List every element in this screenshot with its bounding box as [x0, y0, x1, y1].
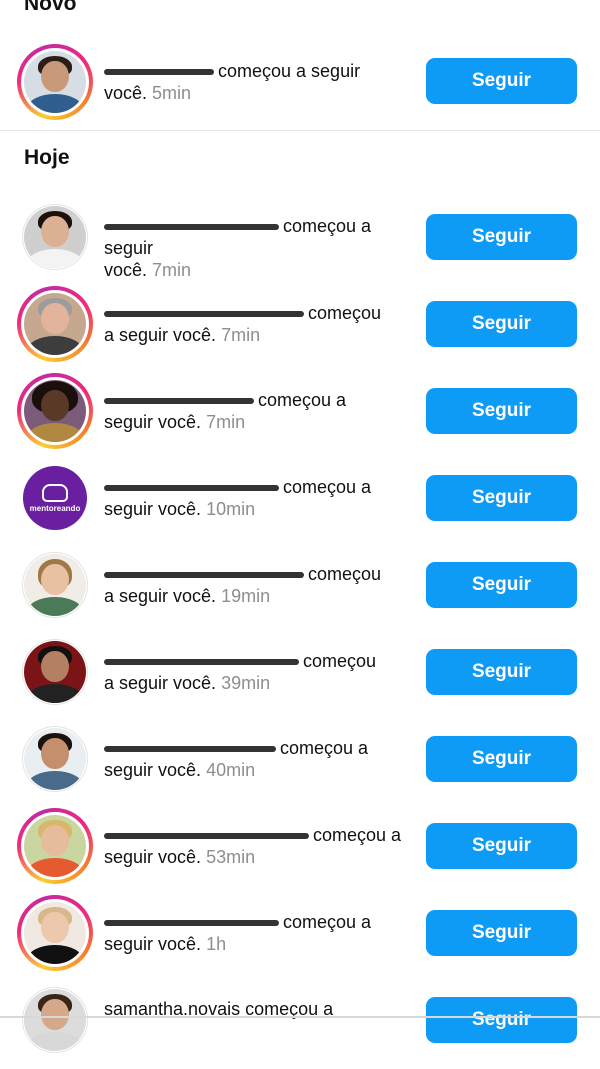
avatar-story-ring[interactable]	[17, 44, 93, 120]
action-text-line2: seguir você.	[104, 760, 202, 780]
notification-row: começou a seguir você. 7min Seguir	[0, 286, 600, 373]
avatar-story-ring[interactable]	[17, 373, 93, 449]
notification-text: começou a seguir você. 7min	[104, 389, 409, 433]
avatar	[24, 554, 86, 616]
timestamp: 40min	[206, 760, 256, 780]
notification-text: começou a seguir você. 7min	[104, 302, 409, 346]
action-text: começou a	[283, 912, 372, 932]
follow-button[interactable]: Seguir	[426, 736, 577, 782]
avatar	[24, 380, 86, 442]
timestamp: 7min	[152, 260, 192, 280]
timestamp: 1h	[206, 934, 227, 954]
notification-text: começou a seguir você. 53min	[104, 824, 409, 868]
notification-row: começou a seguir você. 53min Seguir	[0, 808, 600, 895]
follow-button[interactable]: Seguir	[426, 649, 577, 695]
action-text: começou a	[280, 738, 369, 758]
notification-row: começou a seguir você. 1h Seguir	[0, 895, 600, 982]
username-redacted[interactable]	[104, 224, 279, 231]
notification-row: começou a seguir você. 19min Seguir	[0, 547, 600, 634]
avatar	[24, 293, 86, 355]
action-text-line2: você.	[104, 83, 148, 103]
follow-button[interactable]: Seguir	[426, 475, 577, 521]
action-text-line2: a seguir você.	[104, 586, 217, 606]
timestamp: 7min	[221, 325, 261, 345]
action-text: começou a	[283, 477, 372, 497]
avatar-wrap[interactable]	[17, 721, 93, 797]
username-redacted[interactable]	[104, 311, 304, 318]
timestamp: 7min	[206, 412, 246, 432]
avatar	[24, 902, 86, 964]
avatar-wrap[interactable]	[17, 634, 93, 710]
timestamp: 39min	[221, 673, 271, 693]
timestamp: 5min	[152, 83, 192, 103]
follow-button[interactable]: Seguir	[426, 997, 577, 1043]
action-text-line2: seguir você.	[104, 934, 202, 954]
timestamp: 53min	[206, 847, 256, 867]
avatar	[24, 641, 86, 703]
username-redacted[interactable]	[104, 485, 279, 492]
notification-row: mentoreando começou a seguir você. 10min…	[0, 460, 600, 547]
action-text: começou	[308, 564, 382, 584]
section-divider	[0, 130, 600, 131]
follow-button[interactable]: Seguir	[426, 823, 577, 869]
avatar-wrap[interactable]: mentoreando	[17, 460, 93, 536]
notification-row: começou a seguir você. 39min Seguir	[0, 634, 600, 721]
username-redacted[interactable]	[104, 572, 304, 579]
username-redacted[interactable]	[104, 398, 254, 405]
follow-button[interactable]: Seguir	[426, 910, 577, 956]
notification-row: começou a seguir você. 40min Seguir	[0, 721, 600, 808]
avatar	[24, 815, 86, 877]
follow-button[interactable]: Seguir	[426, 214, 577, 260]
notification-text: começou a seguir você. 5min	[104, 60, 409, 104]
timestamp: 19min	[221, 586, 271, 606]
notification-text: começou a seguir você. 10min	[104, 476, 409, 520]
avatar-wrap[interactable]	[17, 982, 93, 1058]
action-text: começou a seguir	[218, 61, 361, 81]
notification-row: começou a seguir você. 7min Seguir	[0, 373, 600, 460]
logo-brand-text: mentoreando	[29, 503, 81, 513]
username-redacted[interactable]	[104, 833, 309, 840]
bottom-divider	[0, 1016, 600, 1018]
avatar-story-ring[interactable]	[17, 895, 93, 971]
section-title-hoje: Hoje	[24, 146, 70, 169]
notification-row: samantha.novais começou a Seguir	[0, 982, 600, 1069]
notification-row: começou a seguir você. 7min Seguir	[0, 199, 600, 286]
notification-text: começou a seguir você. 1h	[104, 911, 409, 955]
notification-text: começou a seguir você. 40min	[104, 737, 409, 781]
action-text-line2: a seguir você.	[104, 673, 217, 693]
username-redacted[interactable]	[104, 69, 214, 76]
username-redacted[interactable]	[104, 746, 276, 753]
notification-text: começou a seguir você. 7min	[104, 215, 409, 281]
action-text: começou a seguir	[104, 216, 372, 258]
avatar	[24, 206, 86, 268]
follow-button[interactable]: Seguir	[426, 388, 577, 434]
action-text: começou	[308, 303, 382, 323]
avatar-story-ring[interactable]	[17, 808, 93, 884]
action-text-line2: a seguir você.	[104, 325, 217, 345]
action-text: começou a	[258, 390, 347, 410]
action-text-line2: você.	[104, 260, 148, 280]
avatar-story-ring[interactable]	[17, 286, 93, 362]
username-redacted[interactable]	[104, 659, 299, 666]
notification-row: começou a seguir você. 5min Seguir	[0, 44, 600, 131]
timestamp: 10min	[206, 499, 256, 519]
follow-button[interactable]: Seguir	[426, 58, 577, 104]
notification-text: começou a seguir você. 39min	[104, 650, 409, 694]
action-text-line2: seguir você.	[104, 499, 202, 519]
avatar-wrap[interactable]	[17, 199, 93, 275]
avatar	[24, 989, 86, 1051]
avatar	[24, 51, 86, 113]
section-title-novo: Novo	[24, 0, 77, 15]
action-text: começou a	[313, 825, 402, 845]
username-redacted[interactable]	[104, 920, 279, 927]
action-text-line2: seguir você.	[104, 412, 202, 432]
mentoreando-logo-icon: mentoreando	[23, 466, 87, 530]
action-text-line2: seguir você.	[104, 847, 202, 867]
follow-button[interactable]: Seguir	[426, 301, 577, 347]
notification-text: começou a seguir você. 19min	[104, 563, 409, 607]
avatar-wrap[interactable]	[17, 547, 93, 623]
action-text: começou	[303, 651, 377, 671]
follow-button[interactable]: Seguir	[426, 562, 577, 608]
avatar	[24, 728, 86, 790]
